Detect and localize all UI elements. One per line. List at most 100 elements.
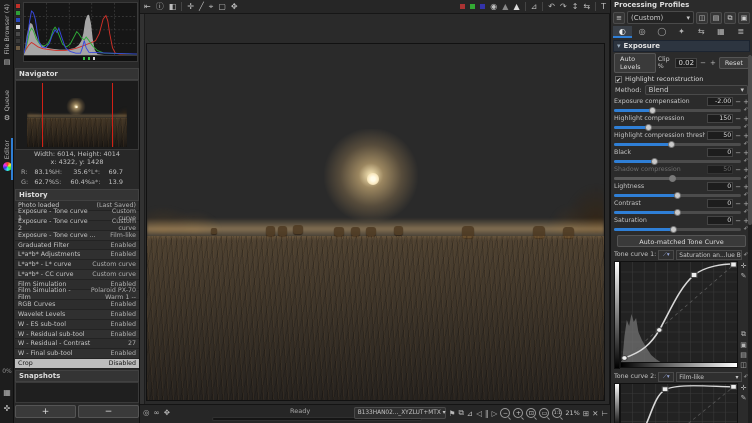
tone-curve-2-mode-dropdown[interactable]: Film-like▾: [676, 372, 741, 382]
save-profile-icon[interactable]: ◫: [696, 12, 708, 24]
decrement-button[interactable]: −: [735, 132, 741, 140]
blue-channel-chip[interactable]: [480, 4, 485, 9]
history-row[interactable]: CropDisabled: [15, 359, 139, 369]
load-curve-icon[interactable]: ▤: [740, 351, 747, 359]
pen-icon[interactable]: ✎: [741, 272, 747, 280]
tab-transform[interactable]: ⇆: [692, 26, 711, 38]
slider-value[interactable]: -2.00: [707, 97, 733, 106]
history-row[interactable]: L*a*b* - CC curveCustom curve: [15, 270, 139, 280]
monitor-profile-dropdown[interactable]: B133HAN02..._XYZLUT+MTX ▾: [354, 407, 446, 419]
tab-advanced[interactable]: ✦: [672, 26, 691, 38]
slider-value[interactable]: 150: [707, 114, 733, 123]
slider-value[interactable]: 0: [707, 182, 733, 191]
history-row[interactable]: Exposure - Tone curve ...Film-like: [15, 231, 139, 241]
spot-wb-icon[interactable]: ⌖: [209, 2, 214, 12]
before-after-icon[interactable]: ◧: [169, 2, 177, 11]
auto-matched-tone-curve-button[interactable]: Auto-matched Tone Curve: [617, 235, 746, 247]
snapshots-list[interactable]: [15, 382, 139, 403]
slider-track[interactable]: [614, 228, 741, 231]
delete-snapshot-button[interactable]: −: [78, 405, 139, 418]
slider-track[interactable]: [614, 109, 741, 112]
flip-vertical-icon[interactable]: ↕: [572, 2, 579, 11]
slider-thumb[interactable]: [670, 226, 677, 233]
paste-curve-icon[interactable]: ▣: [740, 341, 747, 349]
info-icon[interactable]: ⓘ: [156, 1, 164, 12]
pen-icon[interactable]: ✎: [741, 394, 747, 402]
gamut-check-icon[interactable]: ⊿: [467, 409, 473, 418]
add-snapshot-button[interactable]: +: [15, 405, 76, 418]
histogram-red-toggle[interactable]: [15, 3, 21, 9]
histogram-luma-toggle[interactable]: [15, 24, 21, 30]
histogram-raw-toggle[interactable]: [15, 38, 21, 44]
straighten-tool-icon[interactable]: ╱: [199, 2, 204, 11]
pause-icon[interactable]: ‖: [485, 409, 489, 418]
history-row[interactable]: W - ES sub-toolEnabled: [15, 320, 139, 330]
tools-scrollbar-thumb[interactable]: [748, 55, 752, 225]
edit-point-icon[interactable]: ✛: [741, 384, 747, 392]
highlight-reconstruction-checkbox[interactable]: ✔: [615, 76, 622, 83]
zoom-in-icon[interactable]: +: [513, 408, 523, 418]
slider-track[interactable]: [614, 194, 741, 197]
tab-exposure[interactable]: ◐: [613, 26, 632, 38]
method-dropdown[interactable]: Blend ▾: [645, 85, 748, 95]
close-icon[interactable]: ✕: [592, 409, 598, 418]
decrement-button[interactable]: −: [735, 166, 741, 174]
tab-color[interactable]: ◯: [652, 26, 671, 38]
tab-metadata[interactable]: ≣: [731, 26, 750, 38]
histogram-bar-toggle[interactable]: [15, 45, 21, 51]
tab-queue[interactable]: Queue ⚙: [0, 90, 14, 122]
auto-level-icon[interactable]: ⊿: [531, 2, 538, 11]
before-step-icon[interactable]: ◁: [476, 409, 482, 418]
decrement-button[interactable]: −: [735, 183, 741, 191]
slider-thumb[interactable]: [649, 107, 656, 114]
crop-tool-icon[interactable]: ▢: [218, 2, 226, 11]
navigator-thumbnail[interactable]: [27, 83, 127, 147]
reset-button[interactable]: Reset: [719, 57, 749, 69]
highlight-clipping-icon[interactable]: ▲: [513, 2, 519, 11]
slider-thumb[interactable]: [668, 141, 675, 148]
slider-track[interactable]: [614, 160, 741, 163]
preview-focus-icon[interactable]: ◉: [490, 2, 497, 11]
tab-raw[interactable]: ▦: [712, 26, 731, 38]
clip-value-field[interactable]: 0.02: [675, 58, 697, 68]
hide-left-panel-icon[interactable]: ⇤: [144, 2, 151, 11]
history-row[interactable]: Wavelet LevelsEnabled: [15, 310, 139, 320]
flip-horizontal-icon[interactable]: ⇆: [583, 2, 590, 11]
slider-thumb[interactable]: [645, 124, 652, 131]
decrement-button[interactable]: −: [735, 200, 741, 208]
shadow-clipping-icon[interactable]: ▲: [502, 2, 508, 11]
slider-thumb[interactable]: [651, 158, 658, 165]
tone-curve-1-mode-dropdown[interactable]: Saturation an...lue Blending▾: [676, 250, 741, 260]
red-channel-chip[interactable]: [460, 4, 465, 9]
slider-thumb[interactable]: [674, 209, 681, 216]
slider-value[interactable]: 0: [707, 148, 733, 157]
slider-value[interactable]: 50: [707, 165, 733, 174]
paste-profile-icon[interactable]: ▣: [738, 12, 750, 24]
histogram-chroma-toggle[interactable]: [15, 31, 21, 37]
histogram-blue-toggle[interactable]: [15, 17, 21, 23]
decrement-button[interactable]: −: [735, 98, 741, 106]
pan-hand-icon[interactable]: ✥: [164, 408, 170, 417]
profile-dropdown[interactable]: (Custom) ▾: [627, 11, 694, 24]
curve-type-dropdown[interactable]: ⟋▾: [658, 372, 674, 382]
pan-tool-icon[interactable]: ✛: [187, 2, 194, 11]
history-row[interactable]: Exposure - Tone curve 2Custom curve: [15, 221, 139, 231]
zoom-out-icon[interactable]: −: [500, 408, 510, 418]
rotate-right-icon[interactable]: ↷: [560, 2, 567, 11]
text-tool-icon[interactable]: T: [601, 2, 606, 11]
edit-point-icon[interactable]: ✛: [741, 262, 747, 270]
slider-thumb[interactable]: [669, 175, 676, 182]
curve-type-dropdown[interactable]: ⟋▾: [658, 250, 674, 260]
slider-value[interactable]: 0: [707, 216, 733, 225]
tab-file-browser[interactable]: File Browser (4) ▤: [0, 4, 14, 66]
performance-icon[interactable]: ✜: [0, 404, 14, 413]
exposure-section-header[interactable]: ▾ Exposure: [613, 40, 750, 52]
history-row[interactable]: L*a*b* - L* curveCustom curve: [15, 260, 139, 270]
green-channel-chip[interactable]: [470, 4, 475, 9]
tone-curve-2-editor[interactable]: [620, 383, 738, 423]
image-canvas[interactable]: [140, 14, 610, 404]
decrement-button[interactable]: −: [735, 217, 741, 225]
detail-window-icon[interactable]: ◎: [143, 408, 150, 417]
decrement-button[interactable]: −: [735, 115, 741, 123]
slider-thumb[interactable]: [674, 192, 681, 199]
